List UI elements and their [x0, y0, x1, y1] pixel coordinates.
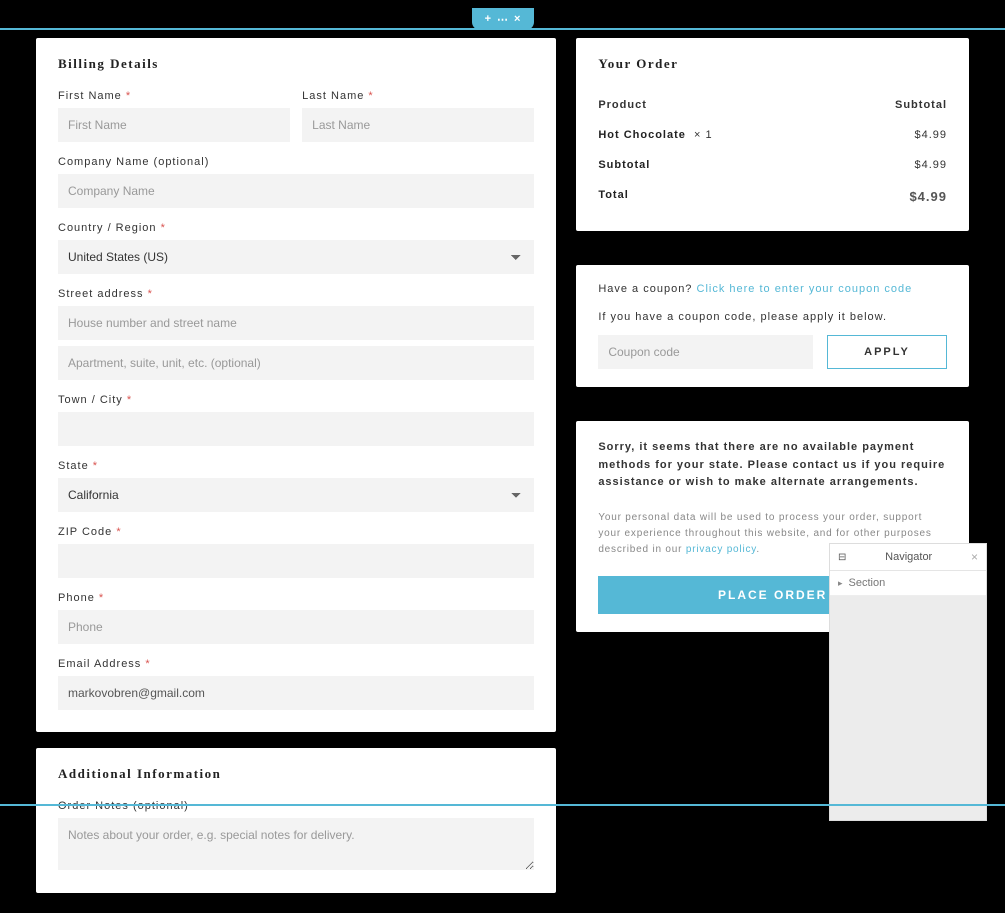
- last-name-label: Last Name *: [302, 90, 534, 102]
- navigator-item-label: Section: [849, 577, 886, 589]
- navigator-item[interactable]: ▸ Section: [830, 571, 986, 596]
- handle-plus-icon[interactable]: +: [485, 13, 491, 25]
- your-order-card: Your Order Product Subtotal Hot Chocolat…: [576, 38, 969, 231]
- navigator-collapse-icon[interactable]: ⊟: [838, 552, 846, 563]
- order-title: Your Order: [598, 56, 947, 72]
- total-value: $4.99: [909, 189, 947, 204]
- phone-label: Phone *: [58, 592, 534, 604]
- state-select[interactable]: California: [58, 478, 534, 512]
- phone-input[interactable]: [58, 610, 534, 644]
- country-label: Country / Region *: [58, 222, 534, 234]
- col-product: Product: [598, 99, 647, 111]
- zip-input[interactable]: [58, 544, 534, 578]
- top-nav: [947, 0, 995, 2]
- company-input[interactable]: [58, 174, 534, 208]
- order-item-price: $4.99: [914, 129, 947, 141]
- privacy-link[interactable]: privacy policy: [686, 544, 756, 555]
- company-label: Company Name (optional): [58, 156, 534, 168]
- coupon-link[interactable]: Click here to enter your coupon code: [697, 283, 913, 295]
- additional-title: Additional Information: [58, 766, 534, 782]
- country-select[interactable]: United States (US): [58, 240, 534, 274]
- first-name-label: First Name *: [58, 90, 290, 102]
- street-input-2[interactable]: [58, 346, 534, 380]
- email-label: Email Address *: [58, 658, 534, 670]
- coupon-input[interactable]: [598, 335, 813, 369]
- city-input[interactable]: [58, 412, 534, 446]
- chevron-right-icon: ▸: [838, 578, 843, 589]
- city-label: Town / City *: [58, 394, 534, 406]
- coupon-question: Have a coupon?: [598, 283, 692, 295]
- handle-close-icon[interactable]: ×: [514, 13, 520, 25]
- editor-handle[interactable]: + ⋯ ×: [472, 8, 534, 30]
- col-subtotal: Subtotal: [895, 99, 947, 111]
- navigator-title: Navigator: [885, 551, 932, 563]
- subtotal-value: $4.99: [914, 159, 947, 171]
- last-name-input[interactable]: [302, 108, 534, 142]
- coupon-note: If you have a coupon code, please apply …: [598, 311, 947, 323]
- apply-button[interactable]: APPLY: [827, 335, 947, 369]
- billing-title: Billing Details: [58, 56, 534, 72]
- navigator-panel[interactable]: ⊟ Navigator × ▸ Section: [829, 543, 987, 821]
- street-input-1[interactable]: [58, 306, 534, 340]
- zip-label: ZIP Code *: [58, 526, 534, 538]
- order-notes-textarea[interactable]: [58, 818, 534, 870]
- email-input[interactable]: [58, 676, 534, 710]
- order-item-name: Hot Chocolate × 1: [598, 129, 712, 141]
- first-name-input[interactable]: [58, 108, 290, 142]
- total-label: Total: [598, 189, 628, 204]
- payment-notice: Sorry, it seems that there are no availa…: [598, 439, 947, 492]
- bottom-divider: [0, 804, 1005, 806]
- street-label: Street address *: [58, 288, 534, 300]
- billing-details-card: Billing Details First Name * Last Name *…: [36, 38, 556, 732]
- top-bar: + ⋯ ×: [0, 0, 1005, 30]
- state-label: State *: [58, 460, 534, 472]
- subtotal-label: Subtotal: [598, 159, 650, 171]
- coupon-card: Have a coupon? Click here to enter your …: [576, 265, 969, 387]
- navigator-close-icon[interactable]: ×: [971, 550, 978, 564]
- order-notes-label: Order Notes (optional): [58, 800, 534, 812]
- handle-grip-icon[interactable]: ⋯: [497, 13, 508, 26]
